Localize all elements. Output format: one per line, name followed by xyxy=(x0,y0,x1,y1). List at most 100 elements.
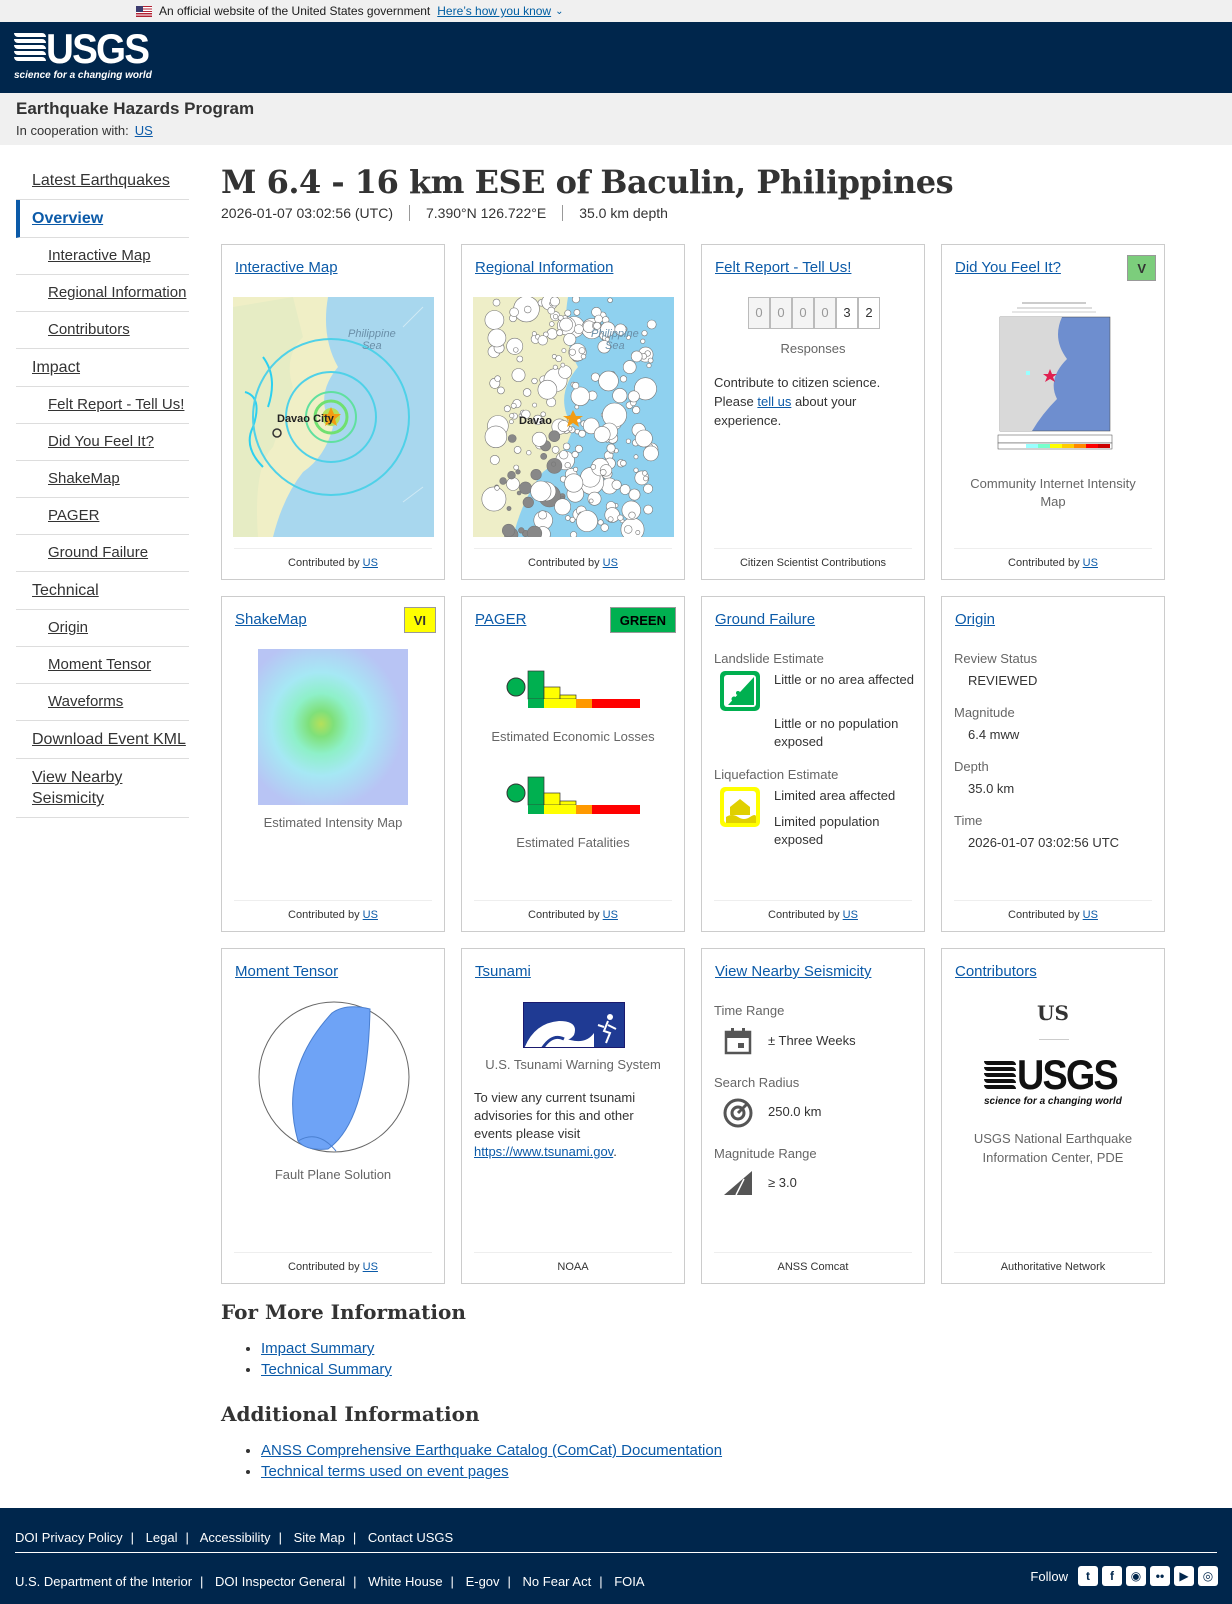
seismicity-circle xyxy=(565,515,571,521)
shakemap-thumbnail[interactable] xyxy=(258,649,408,805)
contributor-link[interactable]: US xyxy=(363,1261,378,1273)
footer-link[interactable]: White House xyxy=(368,1574,442,1589)
sidebar-item-felt[interactable]: Felt Report - Tell Us! xyxy=(16,387,189,424)
footer-link[interactable]: U.S. Department of the Interior xyxy=(15,1574,192,1589)
seismicity-circle xyxy=(622,360,637,374)
usgs-logo[interactable]: USGS science for a changing world xyxy=(14,25,152,83)
footer-link[interactable]: DOI Inspector General xyxy=(215,1574,345,1589)
card-regional[interactable]: Regional Information Philippine Sea Dava… xyxy=(461,244,685,580)
tsunami-link[interactable]: https://www.tsunami.gov xyxy=(474,1144,613,1159)
sidebar-item-dyfi[interactable]: Did You Feel It? xyxy=(16,424,189,461)
card-title[interactable]: Did You Feel It? xyxy=(955,259,1061,276)
card-title[interactable]: Ground Failure xyxy=(715,611,815,628)
sidebar-item-latest[interactable]: Latest Earthquakes xyxy=(16,162,189,200)
sidebar-item-nearby[interactable]: View Nearby Seismicity xyxy=(16,759,189,818)
flickr-icon[interactable]: •• xyxy=(1150,1566,1170,1586)
twitter-icon[interactable]: t xyxy=(1078,1566,1098,1586)
card-title[interactable]: Felt Report - Tell Us! xyxy=(715,259,851,276)
contributor-link[interactable]: US xyxy=(843,909,858,921)
card-origin[interactable]: Origin Review Status REVIEWED Magnitude … xyxy=(941,596,1165,932)
counter-digit: 0 xyxy=(792,297,814,329)
sidebar-item-regional[interactable]: Regional Information xyxy=(16,275,189,312)
github-icon[interactable]: ◉ xyxy=(1126,1566,1146,1586)
card-nearby-seismicity[interactable]: View Nearby Seismicity Time Range ± Thre… xyxy=(701,948,925,1284)
card-dyfi[interactable]: Did You Feel It? V Community Internet In… xyxy=(941,244,1165,580)
card-title[interactable]: View Nearby Seismicity xyxy=(715,963,871,980)
card-ground-failure[interactable]: Ground Failure Landslide Estimate Little… xyxy=(701,596,925,932)
card-title[interactable]: Tsunami xyxy=(475,963,531,980)
program-title[interactable]: Earthquake Hazards Program xyxy=(16,99,1216,119)
seismicity-circle xyxy=(507,434,517,443)
depth-label: Depth xyxy=(954,759,989,774)
footer-link[interactable]: Contact USGS xyxy=(368,1530,453,1545)
tell-us-link[interactable]: tell us xyxy=(757,394,791,409)
card-title[interactable]: Moment Tensor xyxy=(235,963,338,980)
sidebar-item-pager[interactable]: PAGER xyxy=(16,498,189,535)
contributor-link[interactable]: US xyxy=(363,557,378,569)
interactive-map-thumbnail[interactable]: Philippine Sea Davao City xyxy=(233,297,434,537)
official-text: An official website of the United States… xyxy=(159,4,431,18)
contributor-link[interactable]: US xyxy=(1083,909,1098,921)
card-title[interactable]: Interactive Map xyxy=(235,259,338,276)
card-tsunami[interactable]: Tsunami U.S. Tsunami Warning System To v… xyxy=(461,948,685,1284)
sidebar-item-technical[interactable]: Technical xyxy=(16,572,189,610)
how-you-know-link[interactable]: Here’s how you know xyxy=(437,4,551,18)
contributor-link[interactable]: US xyxy=(603,557,618,569)
footer-link[interactable]: Accessibility xyxy=(200,1530,271,1545)
instagram-icon[interactable]: ◎ xyxy=(1198,1566,1218,1586)
card-title[interactable]: Regional Information xyxy=(475,259,613,276)
sidebar-item-waveforms[interactable]: Waveforms xyxy=(16,684,189,721)
search-radius-value: 250.0 km xyxy=(768,1104,822,1119)
comcat-docs-link[interactable]: ANSS Comprehensive Earthquake Catalog (C… xyxy=(261,1442,722,1459)
event-coords: 7.390°N 126.722°E xyxy=(409,205,562,221)
footer-link[interactable]: FOIA xyxy=(614,1574,644,1589)
sidebar-item-impact[interactable]: Impact xyxy=(16,349,189,387)
pager-fatalities-histogram[interactable] xyxy=(506,765,646,824)
sidebar-item-ground-failure[interactable]: Ground Failure xyxy=(16,535,189,572)
sidebar-item-contributors[interactable]: Contributors xyxy=(16,312,189,349)
time-range-value: ± Three Weeks xyxy=(768,1033,856,1048)
footer-link[interactable]: Legal xyxy=(146,1530,178,1545)
seismicity-circle xyxy=(570,386,590,406)
liquefaction-label: Liquefaction Estimate xyxy=(714,767,839,782)
impact-summary-link[interactable]: Impact Summary xyxy=(261,1340,374,1357)
pager-losses-histogram[interactable] xyxy=(506,659,646,718)
technical-summary-link[interactable]: Technical Summary xyxy=(261,1361,392,1378)
sidebar-item-moment-tensor[interactable]: Moment Tensor xyxy=(16,647,189,684)
depth-value: 35.0 km xyxy=(968,781,1015,796)
card-moment-tensor[interactable]: Moment Tensor Fault Plane Solution Contr… xyxy=(221,948,445,1284)
sidebar-item-overview[interactable]: Overview xyxy=(16,200,189,238)
card-interactive-map[interactable]: Interactive Map Philippine Sea Davao Cit… xyxy=(221,244,445,580)
card-title[interactable]: Origin xyxy=(955,611,995,628)
beachball-icon[interactable] xyxy=(258,1001,410,1156)
card-title[interactable]: Contributors xyxy=(955,963,1037,980)
list-item: Technical terms used on event pages xyxy=(261,1461,1121,1482)
card-contributors[interactable]: Contributors US USGS science for a chang… xyxy=(941,948,1165,1284)
contributor-link[interactable]: US xyxy=(603,909,618,921)
time-range-label: Time Range xyxy=(714,1003,785,1018)
card-title[interactable]: PAGER xyxy=(475,611,526,628)
footer-link[interactable]: Site Map xyxy=(294,1530,345,1545)
sidebar-item-interactive-map[interactable]: Interactive Map xyxy=(16,238,189,275)
facebook-icon[interactable]: f xyxy=(1102,1566,1122,1586)
footer-link[interactable]: E-gov xyxy=(466,1574,500,1589)
card-title[interactable]: ShakeMap xyxy=(235,611,307,628)
contributor-link[interactable]: US xyxy=(363,909,378,921)
sidebar-item-kml[interactable]: Download Event KML xyxy=(16,721,189,759)
technical-terms-link[interactable]: Technical terms used on event pages xyxy=(261,1463,509,1480)
chevron-down-icon[interactable]: ⌄ xyxy=(555,6,563,17)
seismicity-circle xyxy=(484,310,505,330)
card-shakemap[interactable]: ShakeMap VI Estimated Intensity Map Cont… xyxy=(221,596,445,932)
dyfi-map-thumbnail[interactable] xyxy=(992,299,1116,451)
sidebar-item-shakemap[interactable]: ShakeMap xyxy=(16,461,189,498)
contributor-link[interactable]: US xyxy=(1083,557,1098,569)
youtube-icon[interactable]: ▶ xyxy=(1174,1566,1194,1586)
regional-map-thumbnail[interactable]: Philippine Sea Davao xyxy=(473,297,674,537)
coop-link[interactable]: US xyxy=(135,123,153,138)
sidebar-item-origin[interactable]: Origin xyxy=(16,610,189,647)
footer-link[interactable]: DOI Privacy Policy xyxy=(15,1530,123,1545)
contributed-label: Contributed by xyxy=(288,1261,360,1273)
footer-link[interactable]: No Fear Act xyxy=(523,1574,592,1589)
card-felt-report[interactable]: Felt Report - Tell Us! 000032 Responses … xyxy=(701,244,925,580)
card-pager[interactable]: PAGER GREEN Estimated Economic Losses Es… xyxy=(461,596,685,932)
